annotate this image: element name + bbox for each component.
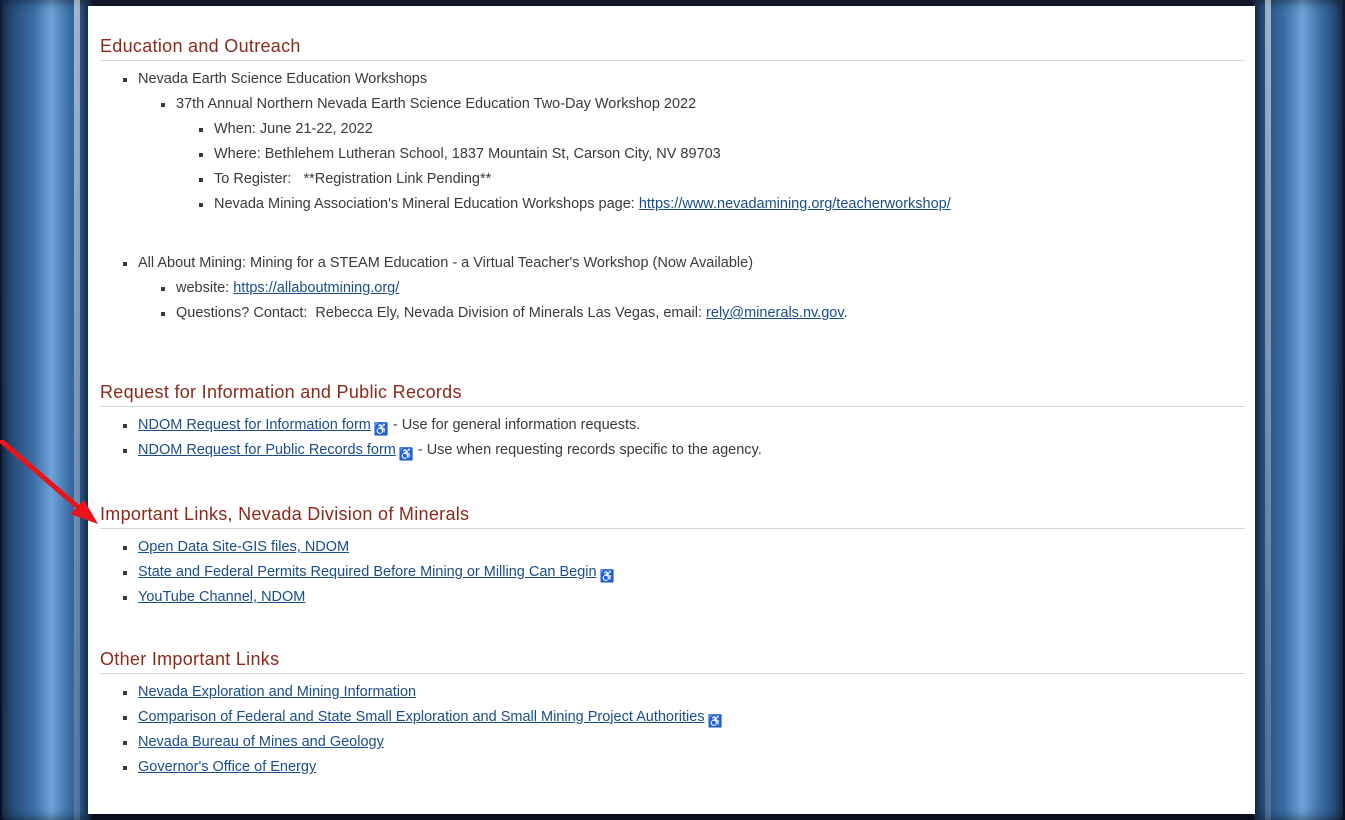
accessibility-pdf-icon: ♿ xyxy=(398,447,414,461)
list-item: NDOM Request for Information form ♿ - Use… xyxy=(123,413,1245,438)
allaboutmining-link[interactable]: https://allaboutmining.org/ xyxy=(233,280,399,296)
public-records-form-link[interactable]: NDOM Request for Public Records form xyxy=(138,442,396,458)
exploration-mining-info-link[interactable]: Nevada Exploration and Mining Informatio… xyxy=(138,684,416,700)
request-info-form-link[interactable]: NDOM Request for Information form xyxy=(138,417,371,433)
other-links-heading: Other Important Links xyxy=(100,649,1245,674)
ndom-links-heading: Important Links, Nevada Division of Mine… xyxy=(100,504,1245,529)
education-section: Education and Outreach Nevada Earth Scie… xyxy=(100,36,1245,326)
governors-office-energy-link[interactable]: Governor's Office of Energy xyxy=(138,759,316,775)
open-data-gis-link[interactable]: Open Data Site-GIS files, NDOM xyxy=(138,539,349,555)
nma-workshop-link[interactable]: https://www.nevadamining.org/teacherwork… xyxy=(639,196,951,212)
list-item: Nevada Earth Science Education Workshops… xyxy=(123,67,1245,217)
accessibility-pdf-icon: ♿ xyxy=(599,569,615,583)
list-item: Open Data Site-GIS files, NDOM xyxy=(123,535,1245,560)
records-heading: Request for Information and Public Recor… xyxy=(100,382,1245,407)
content-page: Education and Outreach Nevada Earth Scie… xyxy=(88,6,1255,814)
aam-list: All About Mining: Mining for a STEAM Edu… xyxy=(100,251,1245,326)
other-links-list: Nevada Exploration and Mining Informatio… xyxy=(100,680,1245,780)
list-item: YouTube Channel, NDOM xyxy=(123,585,1245,610)
education-list: Nevada Earth Science Education Workshops… xyxy=(100,67,1245,217)
ndom-links-section: Important Links, Nevada Division of Mine… xyxy=(100,504,1245,610)
list-item: Governor's Office of Energy xyxy=(123,755,1245,780)
contact-email-link[interactable]: rely@minerals.nv.gov xyxy=(706,305,843,321)
workshop-where: Where: Bethlehem Lutheran School, 1837 M… xyxy=(199,142,1245,167)
accessibility-pdf-icon: ♿ xyxy=(707,714,723,728)
list-item: Comparison of Federal and State Small Ex… xyxy=(123,705,1245,730)
list-item: 37th Annual Northern Nevada Earth Scienc… xyxy=(161,92,1245,217)
youtube-channel-link[interactable]: YouTube Channel, NDOM xyxy=(138,589,305,605)
list-item: Nevada Bureau of Mines and Geology xyxy=(123,730,1245,755)
list-item: Nevada Mining Association's Mineral Educ… xyxy=(199,192,1245,217)
list-item: NDOM Request for Public Records form ♿ - … xyxy=(123,438,1245,463)
bureau-mines-geology-link[interactable]: Nevada Bureau of Mines and Geology xyxy=(138,734,384,750)
accessibility-pdf-icon: ♿ xyxy=(373,422,389,436)
right-pillar-decoration xyxy=(1253,0,1343,820)
left-pillar-decoration xyxy=(2,0,92,820)
list-item: Nevada Exploration and Mining Informatio… xyxy=(123,680,1245,705)
education-heading: Education and Outreach xyxy=(100,36,1245,61)
list-item: State and Federal Permits Required Befor… xyxy=(123,560,1245,585)
ndom-links-list: Open Data Site-GIS files, NDOM State and… xyxy=(100,535,1245,610)
workshop-register: To Register: **Registration Link Pending… xyxy=(199,167,1245,192)
records-list: NDOM Request for Information form ♿ - Use… xyxy=(100,413,1245,463)
list-item: All About Mining: Mining for a STEAM Edu… xyxy=(123,251,1245,326)
other-links-section: Other Important Links Nevada Exploration… xyxy=(100,649,1245,780)
permits-required-link[interactable]: State and Federal Permits Required Befor… xyxy=(138,564,597,580)
records-section: Request for Information and Public Recor… xyxy=(100,382,1245,463)
workshop-when: When: June 21-22, 2022 xyxy=(199,117,1245,142)
authorities-comparison-link[interactable]: Comparison of Federal and State Small Ex… xyxy=(138,709,705,725)
list-item: Questions? Contact: Rebecca Ely, Nevada … xyxy=(161,301,1245,326)
list-item: website: https://allaboutmining.org/ xyxy=(161,276,1245,301)
red-arrow-icon xyxy=(0,440,98,524)
